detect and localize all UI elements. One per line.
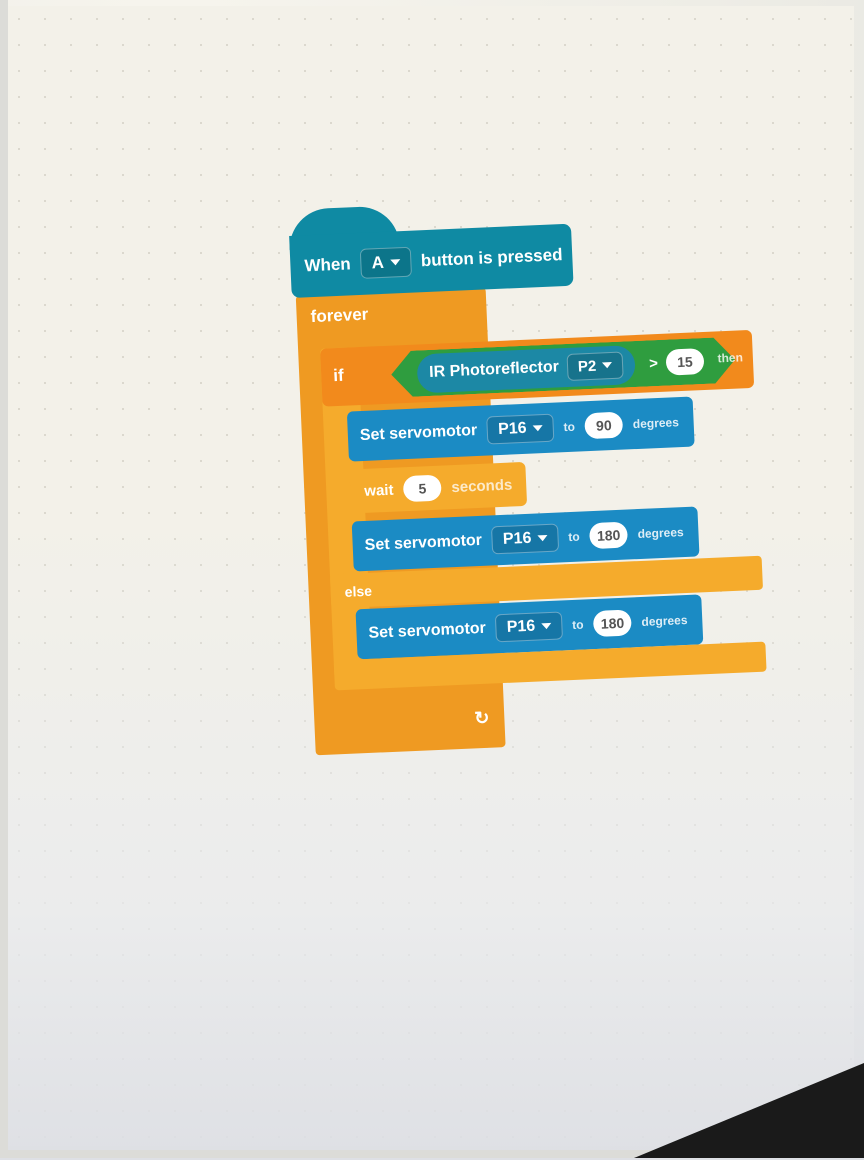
ir-photoreflector-label: IR Photoreflector — [428, 358, 560, 381]
compare-condition[interactable]: IR Photoreflector P2 > 15 — [390, 337, 736, 398]
wait-unit-label: seconds — [451, 475, 513, 496]
if-label: if — [332, 365, 345, 386]
servo-1-label: Set servomotor — [359, 421, 478, 445]
forever-label: forever — [310, 304, 369, 327]
sensor-pin-value: P2 — [577, 357, 597, 375]
sensor-pin-dropdown[interactable]: P2 — [566, 351, 623, 380]
chevron-down-icon — [389, 259, 401, 266]
servo-3-unit-label: degrees — [641, 612, 688, 629]
then-label: then — [717, 350, 744, 366]
servo-2-label: Set servomotor — [364, 531, 483, 554]
button-dropdown[interactable]: A — [360, 246, 412, 279]
chevron-down-icon — [532, 425, 543, 432]
servo-1-to-label: to — [563, 419, 576, 435]
threshold-input[interactable]: 15 — [665, 348, 704, 376]
servo-2-unit-label: degrees — [637, 525, 684, 542]
else-label: else — [344, 582, 373, 600]
servo-3-label: Set servomotor — [368, 619, 487, 642]
chevron-down-icon — [602, 362, 612, 368]
operator-label: > — [648, 354, 659, 372]
servo-1-unit-label: degrees — [632, 415, 680, 432]
ir-photoreflector-reporter[interactable]: IR Photoreflector P2 — [416, 345, 636, 393]
servo-1-pin-dropdown[interactable]: P16 — [486, 413, 555, 445]
when-label: When — [304, 254, 352, 276]
wait-label: wait — [363, 481, 394, 500]
servo-2-pin-value: P16 — [502, 529, 532, 548]
chevron-down-icon — [541, 622, 552, 630]
when-button-pressed-block[interactable]: When A button is pressed — [289, 223, 574, 298]
servo-1-pin-value: P16 — [497, 419, 527, 439]
wait-seconds-input[interactable]: 5 — [402, 474, 443, 503]
loop-arrow-icon: ↻ — [473, 707, 490, 729]
servo-3-pin-dropdown[interactable]: P16 — [495, 611, 563, 643]
servo-3-angle-input[interactable]: 180 — [592, 609, 633, 638]
servo-2-to-label: to — [568, 529, 581, 545]
servo-3-to-label: to — [571, 617, 584, 632]
servo-1-angle-input[interactable]: 90 — [584, 411, 624, 440]
button-value: A — [371, 252, 385, 273]
servo-2-pin-dropdown[interactable]: P16 — [491, 523, 559, 555]
block-script[interactable]: forever ↻ if IR Photoreflector P2 > 15 t… — [288, 190, 772, 770]
servo-2-angle-input[interactable]: 180 — [589, 521, 629, 550]
wait-block[interactable]: wait 5 seconds — [349, 461, 528, 514]
button-pressed-label: button is pressed — [420, 245, 563, 271]
chevron-down-icon — [537, 535, 548, 542]
servo-3-pin-value: P16 — [506, 617, 536, 636]
monitor-edge — [634, 1063, 864, 1158]
